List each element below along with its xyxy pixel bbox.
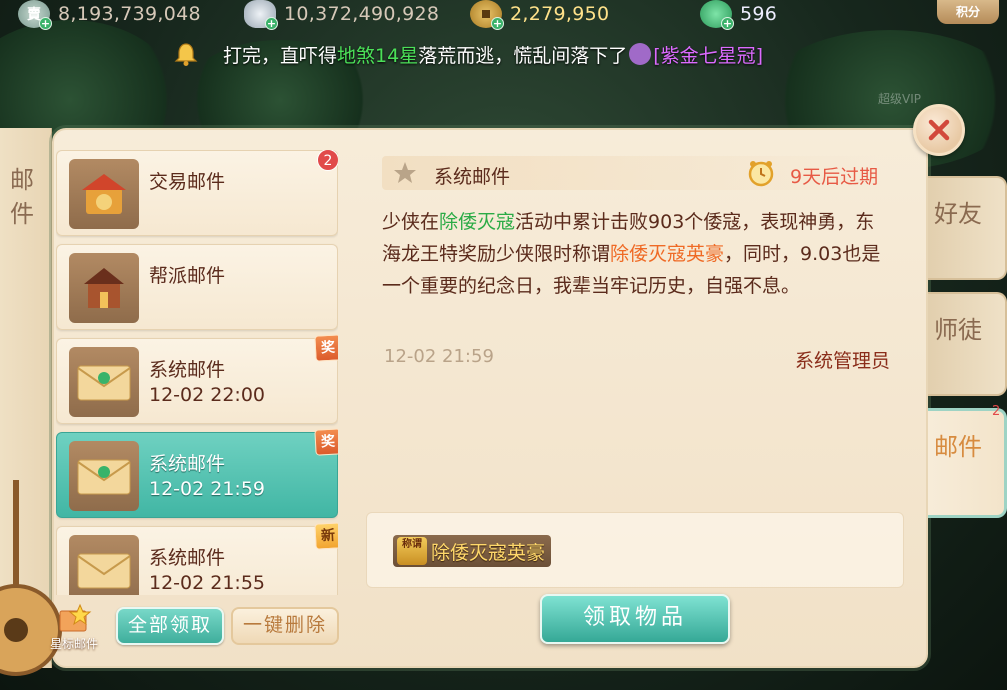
ticker-text: 落荒而逃，慌乱间落下了 — [418, 44, 628, 67]
mail-item-title: 系统邮件 — [149, 453, 226, 475]
mail-sender: 系统管理员 — [794, 350, 890, 372]
broadcast-ticker: 打完，直吓得 地煞14星 落荒而逃，慌乱间落下了 [紫金七星冠] — [172, 38, 812, 70]
claim-items-button[interactable]: 领取物品 — [540, 594, 730, 644]
mail-detail: 系统邮件 9天后过期 少侠在除倭灭寇活动中累计击败903个倭寇，表现神勇，东海龙… — [366, 150, 906, 590]
mail-detail-title: 系统邮件 — [434, 166, 511, 188]
tab-mail[interactable]: 邮件 — [928, 408, 1007, 518]
currency-copper-value: 2,279,950 — [510, 3, 610, 25]
unread-count-badge: 2 — [317, 150, 338, 171]
currency-silver-value: 10,372,490,928 — [284, 3, 440, 25]
reward-badge: 奖 — [314, 334, 338, 362]
star-icon[interactable] — [392, 160, 418, 186]
mail-item-title: 帮派邮件 — [149, 265, 226, 287]
tab-mail-label: 邮件 — [934, 433, 982, 461]
currency-gold[interactable]: 賣 + 8,193,739,048 — [18, 0, 201, 30]
alarm-clock-icon — [748, 161, 774, 187]
tab-master-apprentice-label: 师徒 — [934, 316, 982, 344]
trade-mail-icon — [69, 159, 139, 229]
attachment-title-chip[interactable]: 称谓 除倭灭寇英豪 — [393, 535, 552, 567]
tab-friends-label: 好友 — [934, 200, 982, 228]
reward-badge: 奖 — [314, 428, 338, 456]
mail-list[interactable]: 交易邮件 2 帮派邮件 系统邮件 12-02 22:00 奖 系统邮件 12-0… — [56, 150, 338, 595]
currency-gold-value: 8,193,739,048 — [58, 3, 201, 25]
mail-item-system[interactable]: 系统邮件 12-02 22:00 奖 — [56, 334, 338, 424]
mail-item-title: 系统邮件 — [149, 359, 226, 381]
mail-detail-time: 12-02 21:59 — [384, 346, 494, 367]
envelope-icon — [69, 441, 139, 511]
new-badge: 新 — [314, 522, 338, 550]
star-mail-tab[interactable]: 星标邮件 — [44, 603, 124, 651]
currency-silver[interactable]: + 10,372,490,928 — [244, 0, 440, 30]
star-mail-label: 星标邮件 — [50, 637, 99, 651]
copper-coin-icon: + — [470, 0, 504, 30]
currency-bar: 賣 + 8,193,739,048 + 10,372,490,928 + 2,27… — [0, 0, 1007, 32]
currency-jade[interactable]: + 596 — [700, 0, 778, 30]
mail-item-title: 交易邮件 — [149, 171, 226, 193]
delete-all-button[interactable]: 一键删除 — [231, 607, 339, 645]
title-tag-icon: 称谓 — [397, 537, 427, 565]
currency-jade-value: 596 — [740, 3, 778, 25]
mail-detail-header: 系统邮件 9天后过期 — [382, 156, 882, 190]
currency-copper[interactable]: + 2,279,950 — [470, 0, 610, 30]
mail-tab-count-badge: 2 — [992, 404, 1001, 419]
mail-item-trade[interactable]: 交易邮件 2 — [56, 150, 338, 236]
mail-item-system-selected[interactable]: 系统邮件 12-02 21:59 奖 — [56, 428, 338, 518]
mail-item-guild[interactable]: 帮派邮件 — [56, 244, 338, 330]
envelope-icon — [69, 535, 139, 595]
score-button[interactable]: 积分 — [937, 0, 999, 24]
silver-ingot-icon: + — [244, 0, 278, 30]
bell-icon — [174, 43, 198, 66]
faint-background-label: 超级VIP — [878, 92, 921, 106]
close-icon — [928, 119, 950, 141]
attachment-name: 除倭灭寇英豪 — [431, 541, 546, 564]
title-name-link[interactable]: 除倭灭寇英豪 — [610, 243, 724, 265]
expire-text: 9天后过期 — [790, 166, 879, 188]
mail-item-system[interactable]: 系统邮件 12-02 21:55 新 — [56, 522, 338, 595]
mail-item-title: 系统邮件 — [149, 547, 226, 569]
ticker-boss-name: 地煞14星 — [337, 44, 419, 67]
guild-mail-icon — [69, 253, 139, 323]
tab-master-apprentice[interactable]: 师徒 — [928, 292, 1007, 396]
mail-body: 少侠在除倭灭寇活动中累计击败903个倭寇，表现神勇，东海龙王特奖励少侠限时称谓除… — [382, 206, 892, 302]
jade-icon: + — [700, 0, 734, 30]
collect-all-button[interactable]: 全部领取 — [116, 607, 224, 645]
mail-item-time: 12-02 21:59 — [149, 478, 266, 500]
attachment-area: 称谓 除倭灭寇英豪 — [366, 512, 904, 588]
mail-item-time: 12-02 21:55 — [149, 572, 266, 594]
event-name-link[interactable]: 除倭灭寇 — [439, 211, 515, 233]
envelope-icon — [69, 347, 139, 417]
item-medal-icon — [629, 43, 652, 65]
mail-item-time: 12-02 22:00 — [149, 384, 266, 406]
ticker-item-name[interactable]: [紫金七星冠] — [653, 41, 763, 68]
mail-body-text: 少侠在 — [382, 211, 440, 233]
close-button[interactable] — [913, 104, 965, 156]
tab-friends[interactable]: 好友 — [928, 176, 1007, 280]
gold-token-icon: 賣 + — [18, 0, 52, 30]
left-rail-title: 邮件 — [10, 166, 34, 228]
ticker-text: 打完，直吓得 — [204, 44, 338, 67]
star-mail-icon — [59, 603, 92, 632]
